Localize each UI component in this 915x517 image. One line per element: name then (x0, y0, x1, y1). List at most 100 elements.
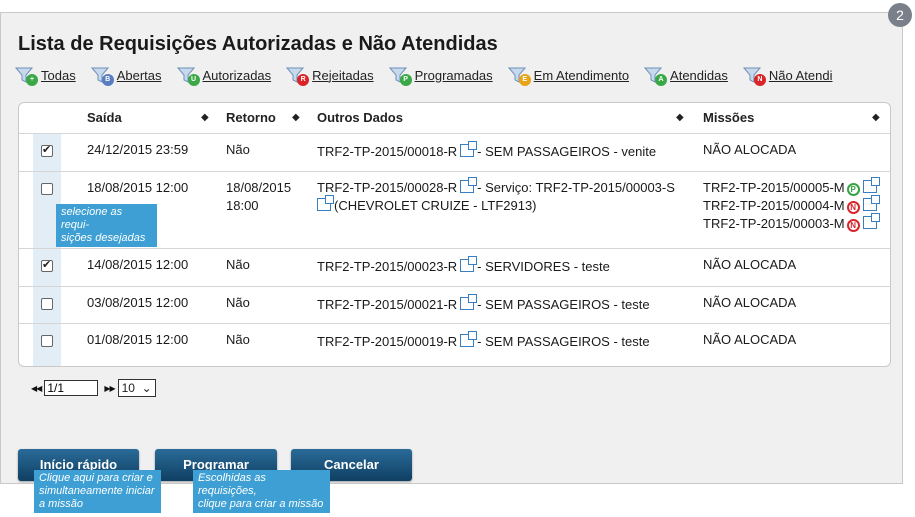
filter-label: Rejeitadas (312, 67, 374, 83)
cell-saida: 24/12/2015 23:59 (87, 142, 189, 157)
open-link-icon[interactable] (317, 195, 334, 211)
mission-link[interactable]: TRF2-TP-2015/00005-M (703, 180, 845, 195)
cell-saida: 14/08/2015 12:00 (87, 257, 189, 272)
mission-entry: TRF2-TP-2015/00004-M N (703, 195, 880, 215)
filter-funnel-icon: N (742, 67, 766, 86)
cell-outros-dados: TRF2-TP-2015/00028-R - Serviço: TRF2-TP-2… (317, 177, 675, 215)
filter-autorizadas[interactable]: U Autorizadas (176, 67, 272, 86)
requisition-description-2: (CHEVROLET CRUIZE - LTF2913) (334, 198, 537, 213)
col-header-outros-dados[interactable]: Outros Dados (317, 103, 403, 133)
inicio-rapido-tooltip: Clique aqui para criar e simultaneamente… (34, 470, 161, 513)
mission-entry: TRF2-TP-2015/00003-M N (703, 213, 880, 233)
filter-atendidas[interactable]: A Atendidas (644, 67, 728, 86)
filter-funnel-icon: B (90, 67, 114, 86)
requisition-description: - SEM PASSAGEIROS - teste (477, 297, 650, 312)
next-page-icon[interactable]: ▶▶ (104, 384, 115, 393)
requisition-link[interactable]: TRF2-TP-2015/00019-R (317, 334, 457, 349)
cell-outros-dados: TRF2-TP-2015/00023-R - SERVIDORES - teste (317, 256, 610, 276)
filter-label: Em Atendimento (533, 67, 630, 83)
mission-link[interactable]: TRF2-TP-2015/00004-M (703, 198, 845, 213)
filter-não-atendi[interactable]: N Não Atendi (742, 67, 833, 86)
filter-funnel-icon: A (644, 67, 668, 86)
cell-saida: 18/08/2015 12:00 (87, 180, 189, 195)
cell-outros-dados: TRF2-TP-2015/00019-R - SEM PASSAGEIROS - … (317, 331, 650, 351)
filter-label: Atendidas (670, 67, 728, 83)
cell-retorno: 18/08/2015 18:00 (226, 180, 292, 213)
open-link-icon[interactable] (460, 256, 478, 272)
cell-outros-dados: TRF2-TP-2015/00018-R - SEM PASSAGEIROS - … (317, 141, 657, 161)
table-row: 24/12/2015 23:59 Não TRF2-TP-2015/00018-R -… (19, 133, 890, 171)
open-link-icon[interactable] (862, 195, 880, 211)
mission-status-icon: N (846, 201, 860, 214)
col-header-retorno[interactable]: Retorno (226, 103, 276, 133)
cell-retorno: Não (226, 295, 250, 310)
row-checkbox[interactable] (41, 258, 53, 272)
requisition-link[interactable]: TRF2-TP-2015/00021-R (317, 297, 457, 312)
filter-funnel-icon: R (286, 67, 310, 86)
cell-missoes: NÃO ALOCADA (703, 257, 797, 272)
sort-icon[interactable]: ◆ (201, 103, 209, 133)
requisition-description: - SEM PASSAGEIROS - venite (477, 144, 657, 159)
sort-icon[interactable]: ◆ (872, 103, 880, 133)
filter-programadas[interactable]: P Programadas (388, 67, 493, 86)
filter-label: Autorizadas (202, 67, 272, 83)
page-size-value: 10 (121, 381, 135, 395)
filter-funnel-icon: + (15, 67, 38, 86)
mission-entry: TRF2-TP-2015/00005-M P (703, 177, 880, 197)
open-link-icon[interactable] (460, 331, 478, 347)
pagination: ◀◀ ▶▶ 10 ⌄ (28, 379, 156, 397)
step-number-badge: 2 (888, 3, 912, 27)
row-checkbox[interactable] (41, 143, 53, 157)
open-link-icon[interactable] (862, 177, 880, 193)
table-row: 14/08/2015 12:00 Não TRF2-TP-2015/00023-R -… (19, 248, 890, 286)
row-checkbox[interactable] (41, 298, 53, 310)
filter-todas[interactable]: + Todas (15, 67, 76, 86)
sort-icon[interactable]: ◆ (676, 103, 684, 133)
page-title: Lista de Requisições Autorizadas e Não A… (18, 33, 498, 55)
cell-retorno: Não (226, 257, 250, 272)
requisitions-panel: Lista de Requisições Autorizadas e Não A… (0, 12, 903, 484)
requisition-description: - SEM PASSAGEIROS - teste (477, 334, 650, 349)
open-link-icon[interactable] (862, 213, 880, 229)
open-link-icon[interactable] (460, 294, 478, 310)
col-header-missoes[interactable]: Missões (703, 103, 754, 133)
cell-retorno: Não (226, 332, 250, 347)
requisition-description: - SERVIDORES - teste (477, 259, 610, 274)
filter-label: Não Atendi (768, 67, 833, 83)
filter-funnel-icon: E (507, 67, 531, 86)
cell-missoes: TRF2-TP-2015/00005-M P TRF2-TP-2015/00004-… (703, 177, 880, 233)
row-checkbox[interactable] (41, 183, 53, 195)
filter-funnel-icon: U (176, 67, 200, 86)
col-header-saida[interactable]: Saída (87, 103, 122, 133)
chevron-down-icon: ⌄ (141, 381, 152, 395)
cell-missoes: NÃO ALOCADA (703, 142, 797, 157)
cell-saida: 03/08/2015 12:00 (87, 295, 189, 310)
cell-missoes: NÃO ALOCADA (703, 295, 797, 310)
select-requisitions-tooltip: selecione as requi- sições desejadas (56, 204, 157, 247)
filter-label: Todas (41, 67, 76, 83)
table-row: 01/08/2015 12:00 Não TRF2-TP-2015/00019-R -… (19, 323, 890, 366)
filter-em-atendimento[interactable]: E Em Atendimento (507, 67, 630, 86)
requisition-description: - Serviço: TRF2-TP-2015/00003-S (477, 180, 675, 195)
requisition-link[interactable]: TRF2-TP-2015/00028-R (317, 180, 457, 195)
filter-label: Abertas (116, 67, 162, 83)
requisition-link[interactable]: TRF2-TP-2015/00018-R (317, 144, 457, 159)
mission-status-icon: P (846, 183, 860, 196)
page-size-select[interactable]: 10 ⌄ (117, 379, 156, 397)
cell-outros-dados: TRF2-TP-2015/00021-R - SEM PASSAGEIROS - … (317, 294, 650, 314)
table-row: 03/08/2015 12:00 Não TRF2-TP-2015/00021-R -… (19, 286, 890, 323)
mission-link[interactable]: TRF2-TP-2015/00003-M (703, 216, 845, 231)
open-link-icon[interactable] (460, 177, 478, 193)
cell-saida: 01/08/2015 12:00 (87, 332, 189, 347)
filter-rejeitadas[interactable]: R Rejeitadas (286, 67, 374, 86)
open-link-icon[interactable] (460, 141, 478, 157)
cell-retorno: Não (226, 142, 250, 157)
row-checkbox[interactable] (41, 335, 53, 347)
requisition-link[interactable]: TRF2-TP-2015/00023-R (317, 259, 457, 274)
page-input[interactable] (44, 380, 99, 396)
programar-tooltip: Escolhidas as requisições, clique para c… (193, 470, 330, 513)
first-page-icon[interactable]: ◀◀ (31, 384, 42, 393)
filter-funnel-icon: P (388, 67, 412, 86)
sort-icon[interactable]: ◆ (292, 103, 300, 133)
filter-abertas[interactable]: B Abertas (90, 67, 162, 86)
